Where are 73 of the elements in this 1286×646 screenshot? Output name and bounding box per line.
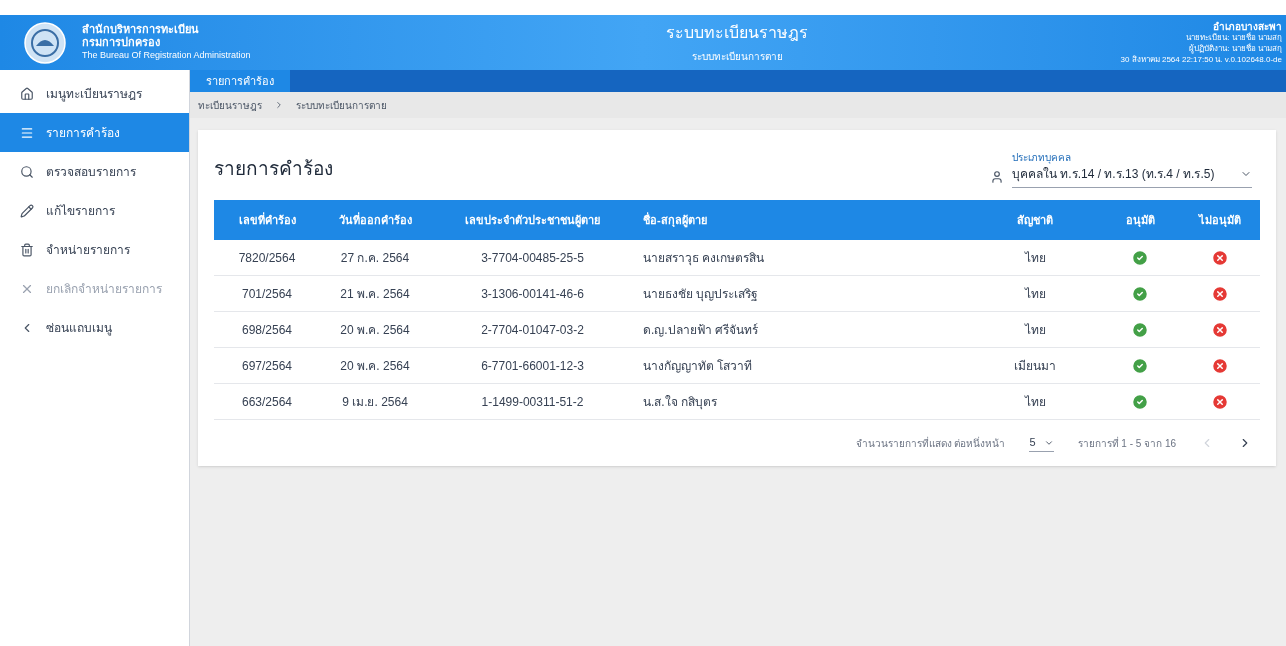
org-name: The Bureau Of Registration Administration bbox=[82, 49, 251, 62]
table-cell-text: นายสราวุธ คงเกษตรสิน bbox=[642, 249, 766, 267]
user-info: อำเภอบางสะพา bbox=[1213, 20, 1282, 32]
table-cell-text: 27 ก.ค. 2564 bbox=[339, 249, 411, 267]
reject-icon[interactable] bbox=[1211, 320, 1229, 339]
column-header: วันที่ออกคำร้อง bbox=[337, 211, 413, 228]
trash-icon bbox=[20, 242, 34, 257]
table-cell-text: ไทย bbox=[1023, 249, 1047, 267]
breadcrumb-link[interactable]: ทะเบียนราษฎร bbox=[198, 97, 262, 113]
tab[interactable]: รายการคำร้อง bbox=[190, 70, 290, 92]
column-header: ชื่อ-สกุลผู้ตาย bbox=[642, 211, 708, 229]
table-cell-text: 9 เม.ย. 2564 bbox=[341, 393, 409, 411]
home-icon bbox=[20, 86, 34, 101]
card-title: รายการคำร้อง bbox=[214, 156, 333, 181]
column-header: เลขที่คำร้อง bbox=[237, 211, 297, 228]
sidebar-item[interactable]: ตรวจสอบรายการ bbox=[0, 152, 189, 191]
table-cell-text: 2-7704-01047-03-2 bbox=[480, 321, 585, 339]
column-header: สัญชาติ bbox=[1016, 212, 1054, 229]
table-cell-text: ไทย bbox=[1023, 285, 1047, 303]
table-cell-text: 20 พ.ค. 2564 bbox=[339, 357, 411, 375]
rows-per-page-select[interactable]: 5 bbox=[1029, 434, 1054, 452]
table-cell-text: 6-7701-66001-12-3 bbox=[480, 357, 585, 375]
sidebar-item[interactable]: จำหน่ายรายการ bbox=[0, 230, 189, 269]
table-cell-text: นายธงชัย บุญประเสริฐ bbox=[642, 285, 760, 303]
sidebar-item[interactable]: ซ่อนแถบเมนู bbox=[0, 308, 189, 347]
approve-icon[interactable] bbox=[1131, 248, 1149, 267]
table-cell-text: 663/2564 bbox=[240, 393, 294, 411]
table-cell-text: 3-1306-00141-46-6 bbox=[480, 285, 585, 303]
pencil-icon bbox=[20, 203, 34, 218]
table-cell-text: ไทย bbox=[1023, 393, 1047, 411]
rows-per-page-label: จำนวนรายการที่แสดง ต่อหนึ่งหน้า bbox=[855, 435, 1006, 451]
table-cell-text: ด.ญ.ปลายฟ้า ศรีจันทร์ bbox=[642, 321, 759, 339]
column-header: ไม่อนุมัติ bbox=[1197, 212, 1242, 229]
column-header: อนุมัติ bbox=[1124, 212, 1156, 229]
person-icon bbox=[990, 170, 1004, 184]
search-icon bbox=[20, 164, 34, 179]
table-cell-text: 698/2564 bbox=[240, 321, 294, 339]
approve-icon[interactable] bbox=[1131, 392, 1149, 411]
table-cell-text: 21 พ.ค. 2564 bbox=[339, 285, 411, 303]
menu-icon bbox=[20, 125, 34, 140]
table-cell-text: 3-7704-00485-25-5 bbox=[480, 249, 585, 267]
org-name: กรมการปกครอง bbox=[82, 36, 161, 49]
sidebar-item[interactable]: เมนูทะเบียนราษฎร bbox=[0, 74, 189, 113]
table-cell-text: 7820/2564 bbox=[237, 249, 297, 267]
table-cell-text: นางกัญญาทัต โสวาที bbox=[642, 357, 754, 375]
approve-icon[interactable] bbox=[1131, 320, 1149, 339]
reject-icon[interactable] bbox=[1211, 248, 1229, 267]
table-cell-text: ไทย bbox=[1023, 321, 1047, 339]
table-cell-text: 697/2564 bbox=[240, 357, 294, 375]
org-name: สำนักบริหารการทะเบียน bbox=[82, 23, 200, 36]
table-cell-text: เมียนมา bbox=[1013, 357, 1057, 375]
approve-icon[interactable] bbox=[1131, 356, 1149, 375]
system-title: ระบบทะเบียนราษฎร bbox=[666, 23, 808, 43]
table-cell-text: 701/2564 bbox=[240, 285, 294, 303]
user-info: 30 สิงหาคม 2564 22:17:50 น. v.0.102648.0-de bbox=[1120, 54, 1282, 65]
table-cell-text: 20 พ.ค. 2564 bbox=[339, 321, 411, 339]
reject-icon[interactable] bbox=[1211, 284, 1229, 303]
sidebar-item[interactable]: รายการคำร้อง bbox=[0, 113, 189, 152]
user-info: นายทะเบียน: นายชื่อ นามสกุ bbox=[1186, 31, 1282, 43]
breadcrumb-link[interactable]: ระบบทะเบียนการตาย bbox=[296, 97, 387, 113]
page-range: รายการที่ 1 - 5 จาก 16 bbox=[1077, 435, 1176, 451]
reject-icon[interactable] bbox=[1211, 392, 1229, 411]
column-header: เลขประจำตัวประชาชนผู้ตาย bbox=[464, 212, 601, 229]
approve-icon[interactable] bbox=[1131, 284, 1149, 303]
sidebar-item[interactable]: แก้ไขรายการ bbox=[0, 191, 189, 230]
user-info: ผู้ปฏิบัติงาน: นายชื่อ นามสกุ bbox=[1189, 42, 1282, 54]
reject-icon[interactable] bbox=[1211, 356, 1229, 375]
table-cell-text: 1-1499-00311-51-2 bbox=[480, 393, 585, 411]
person-type-select[interactable]: ประเภทบุคคล บุคคลใน ท.ร.14 / ท.ร.13 (ท.ร.4 / ท.ร.5) bbox=[1012, 150, 1252, 188]
chevron-right-icon bbox=[274, 100, 284, 110]
system-subtitle: ระบบทะเบียนการตาย bbox=[691, 50, 783, 64]
emblem-icon bbox=[24, 21, 66, 64]
table-cell-text: น.ส.ใจ กสิบุตร bbox=[642, 393, 718, 411]
